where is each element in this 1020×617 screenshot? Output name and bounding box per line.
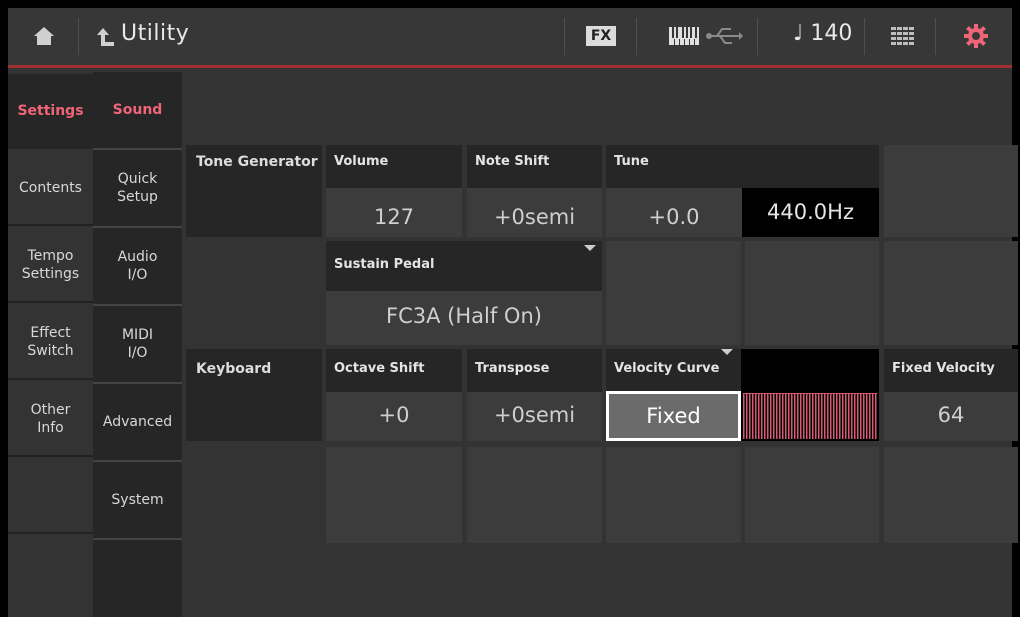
section-tone-generator: Tone Generator xyxy=(186,145,322,237)
tab-system[interactable]: System xyxy=(93,462,182,540)
usb-icon xyxy=(706,28,743,44)
empty-slot xyxy=(884,447,1018,543)
transpose-value: +0semi xyxy=(493,403,576,427)
subcategory-tabs: Sound Quick Setup Audio I/O MIDI I/O Adv… xyxy=(93,72,182,617)
tab-quick-setup[interactable]: Quick Setup xyxy=(93,150,182,228)
home-button[interactable] xyxy=(8,8,78,65)
tune-label: Tune xyxy=(606,145,879,188)
fixed-velocity-label: Fixed Velocity xyxy=(884,349,1018,392)
tab-other-info[interactable]: Other Info xyxy=(8,382,93,457)
sustain-pedal-control[interactable]: Sustain Pedal FC3A (Half On) xyxy=(326,241,602,345)
dropdown-arrow-icon xyxy=(721,349,733,355)
section-keyboard: Keyboard xyxy=(186,349,322,441)
home-icon xyxy=(34,27,54,45)
sustain-pedal-value: FC3A (Half On) xyxy=(386,304,542,328)
empty-slot xyxy=(745,241,879,345)
empty-slot xyxy=(467,447,602,543)
fixed-velocity-value: 64 xyxy=(937,403,965,427)
empty-slot xyxy=(326,447,462,543)
transpose-label: Transpose xyxy=(467,349,602,392)
tune-control[interactable]: Tune +0.0 440.0Hz xyxy=(606,145,879,237)
empty-slot xyxy=(606,241,741,345)
category-tabs: Settings Contents Tempo Settings Effect … xyxy=(8,72,93,617)
grid-icon[interactable] xyxy=(891,27,915,45)
fx-badge[interactable]: FX xyxy=(586,26,616,46)
tab-tempo-settings[interactable]: Tempo Settings xyxy=(8,228,93,303)
transpose-control[interactable]: Transpose +0semi xyxy=(467,349,602,441)
empty-slot xyxy=(884,241,1018,345)
page-title: Utility xyxy=(121,21,190,46)
note-shift-value: +0semi xyxy=(493,205,576,229)
volume-label: Volume xyxy=(326,145,462,188)
sustain-pedal-label: Sustain Pedal xyxy=(326,241,602,291)
note-shift-label: Note Shift xyxy=(467,145,602,188)
tab-contents[interactable]: Contents xyxy=(8,151,93,226)
velocity-curve-value[interactable]: Fixed xyxy=(606,391,741,441)
back-arrow-icon[interactable] xyxy=(96,26,116,48)
tab-audio-io[interactable]: Audio I/O xyxy=(93,228,182,306)
tune-value: +0.0 xyxy=(648,205,700,229)
velocity-curve-graph xyxy=(741,349,879,441)
octave-shift-control[interactable]: Octave Shift +0 xyxy=(326,349,462,441)
tab-empty xyxy=(8,459,93,534)
keyboard-icon xyxy=(669,27,699,45)
tab-sound[interactable]: Sound xyxy=(93,72,182,150)
tab-settings[interactable]: Settings xyxy=(8,74,93,149)
dropdown-arrow-icon xyxy=(584,245,596,251)
tab-advanced[interactable]: Advanced xyxy=(93,384,182,462)
velocity-curve-graph-lines xyxy=(743,393,877,439)
velocity-curve-control[interactable]: Velocity Curve Fixed xyxy=(606,349,741,441)
tab-midi-io[interactable]: MIDI I/O xyxy=(93,306,182,384)
top-bar: Utility FX ♩ 140 xyxy=(8,8,1012,65)
empty-slot xyxy=(606,447,741,543)
tune-hz-value[interactable]: 440.0Hz xyxy=(742,188,879,237)
velocity-curve-label: Velocity Curve xyxy=(606,349,741,392)
fixed-velocity-control[interactable]: Fixed Velocity 64 xyxy=(884,349,1018,441)
empty-slot xyxy=(884,145,1018,237)
empty-slot xyxy=(745,447,879,543)
note-shift-control[interactable]: Note Shift +0semi xyxy=(467,145,602,237)
volume-value: 127 xyxy=(373,205,415,229)
tempo-display[interactable]: ♩ 140 xyxy=(793,21,852,46)
tab-effect-switch[interactable]: Effect Switch xyxy=(8,305,93,380)
gear-icon[interactable] xyxy=(964,24,988,48)
volume-control[interactable]: Volume 127 xyxy=(326,145,462,237)
octave-shift-label: Octave Shift xyxy=(326,349,462,392)
octave-shift-value: +0 xyxy=(378,403,410,427)
